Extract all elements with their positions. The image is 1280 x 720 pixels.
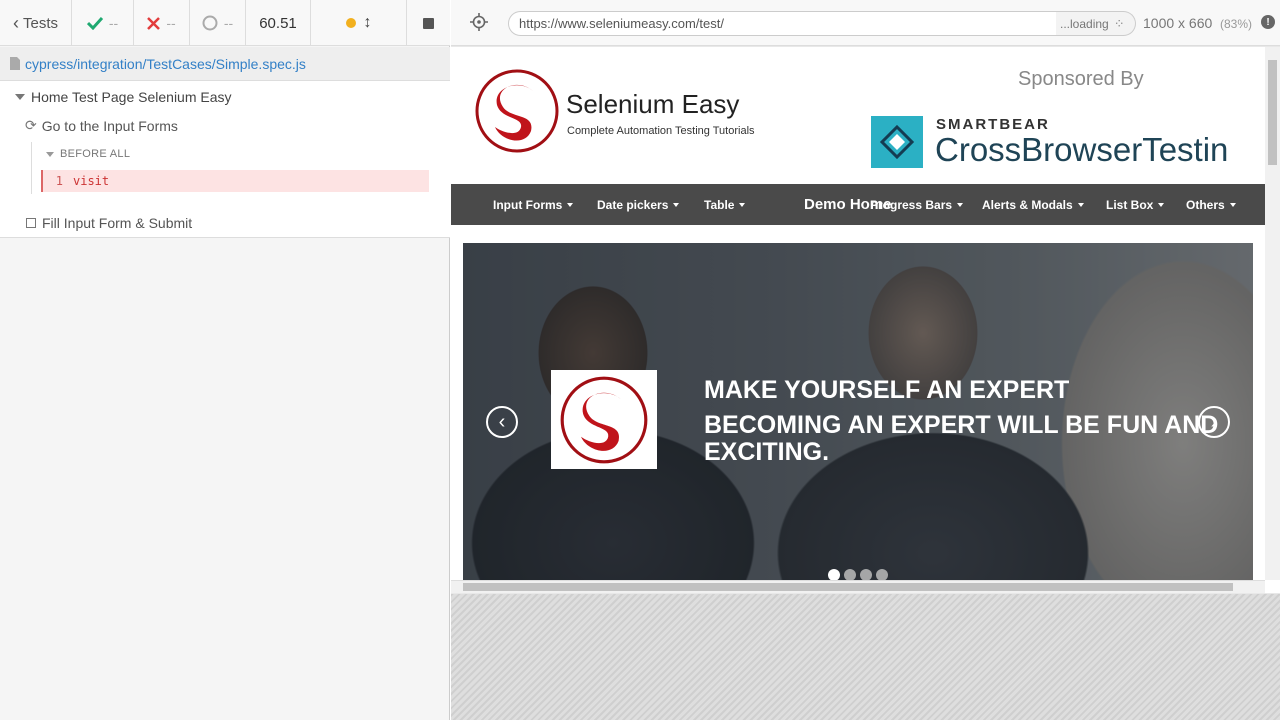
file-icon bbox=[10, 57, 20, 70]
caret-down-icon bbox=[1229, 202, 1236, 207]
reporter-panel: ‹ Tests -- -- -- 60.51 ↕ cypress/integra… bbox=[0, 0, 450, 720]
vertical-scrollbar[interactable] bbox=[1265, 47, 1280, 580]
nav-table[interactable]: Table bbox=[704, 184, 746, 225]
loading-text: ...loading bbox=[1060, 16, 1109, 31]
test-title: Go to the Input Forms bbox=[41, 117, 178, 134]
aut-panel: https://www.seleniumeasy.com/test/ ...lo… bbox=[451, 0, 1280, 720]
url-field[interactable]: https://www.seleniumeasy.com/test/ bbox=[508, 11, 1058, 36]
x-icon bbox=[147, 16, 161, 30]
caret-down-icon bbox=[1158, 202, 1165, 207]
brand-title: Selenium Easy bbox=[566, 89, 740, 119]
info-icon[interactable]: ! bbox=[1261, 15, 1275, 29]
circle-icon bbox=[202, 15, 218, 31]
check-icon bbox=[86, 16, 103, 30]
scroll-toggle-icon[interactable]: ↕ bbox=[364, 14, 372, 32]
caret-down-icon bbox=[1077, 202, 1084, 207]
command-row[interactable]: 1 visit bbox=[41, 170, 429, 192]
site-navbar: Input Forms Date pickers Table Demo Home… bbox=[451, 184, 1265, 225]
nav-progress-bars[interactable]: Progress Bars bbox=[870, 184, 964, 225]
suite-title: Home Test Page Selenium Easy bbox=[31, 89, 232, 105]
carousel-dot[interactable] bbox=[828, 569, 840, 580]
failed-count: -- bbox=[134, 0, 190, 46]
nav-list-box[interactable]: List Box bbox=[1106, 184, 1165, 225]
spinner-icon: ⁘ bbox=[1113, 15, 1125, 31]
chevron-left-icon: ‹ bbox=[12, 12, 19, 33]
stop-button[interactable] bbox=[407, 0, 450, 46]
unused-area bbox=[451, 594, 1280, 720]
duration: 60.51 bbox=[246, 0, 311, 46]
carousel-indicators bbox=[828, 569, 888, 580]
nav-alerts-modals[interactable]: Alerts & Modals bbox=[982, 184, 1084, 225]
brand-tagline: Complete Automation Testing Tutorials bbox=[567, 125, 755, 137]
passed-count: -- bbox=[72, 0, 134, 46]
spec-path: cypress/integration/TestCases/Simple.spe… bbox=[25, 55, 306, 72]
viewport-size: 1000 x 660 bbox=[1143, 15, 1213, 31]
back-to-tests-button[interactable]: ‹ Tests bbox=[0, 0, 72, 46]
refresh-icon: ⟳ bbox=[25, 117, 37, 133]
spec-path-bar[interactable]: cypress/integration/TestCases/Simple.spe… bbox=[0, 47, 450, 81]
carousel-dot[interactable] bbox=[844, 569, 856, 580]
caret-down-icon bbox=[673, 202, 680, 207]
site-logo[interactable] bbox=[473, 67, 561, 160]
hero-logo bbox=[551, 370, 657, 469]
horizontal-scrollbar[interactable] bbox=[451, 580, 1265, 593]
sponsor-mark-icon bbox=[879, 124, 915, 160]
caret-down-icon bbox=[739, 202, 746, 207]
scrollbar-thumb[interactable] bbox=[463, 583, 1233, 591]
sponsored-by: Sponsored By bbox=[1018, 68, 1144, 90]
nav-others[interactable]: Others bbox=[1186, 184, 1236, 225]
test-title: Fill Input Form & Submit bbox=[42, 215, 193, 231]
sponsor-name: CrossBrowserTestin bbox=[935, 131, 1229, 168]
suite-row[interactable]: Home Test Page Selenium Easy bbox=[15, 89, 232, 105]
test-row-pending[interactable]: Fill Input Form & Submit bbox=[26, 215, 192, 231]
hero-heading: MAKE YOURSELF AN EXPERT bbox=[704, 376, 1070, 404]
hook-header[interactable]: BEFORE ALL bbox=[46, 148, 130, 160]
carousel-prev-button[interactable]: ‹ bbox=[486, 406, 518, 438]
loading-indicator: ...loading ⁘ bbox=[1056, 11, 1136, 36]
reporter-toolbar: ‹ Tests -- -- -- 60.51 ↕ bbox=[0, 0, 450, 46]
test-row-running[interactable]: ⟳ Go to the Input Forms bbox=[25, 117, 178, 134]
carousel-dot[interactable] bbox=[876, 569, 888, 580]
caret-down-icon bbox=[567, 202, 574, 207]
command-name: visit bbox=[73, 174, 110, 188]
chevron-left-icon: ‹ bbox=[498, 411, 506, 433]
aut-header: https://www.seleniumeasy.com/test/ ...lo… bbox=[451, 0, 1280, 46]
hero-carousel: ‹ › MAKE YOURSELF AN EXPERT BECOMING AN … bbox=[463, 243, 1253, 580]
sponsor-logo[interactable] bbox=[871, 116, 923, 168]
hook-guide-line bbox=[31, 142, 32, 194]
carousel-dot[interactable] bbox=[860, 569, 872, 580]
passed-value: -- bbox=[108, 15, 119, 31]
hook-title: BEFORE ALL bbox=[60, 148, 131, 160]
failed-value: -- bbox=[166, 15, 176, 31]
scale-label: (83%) bbox=[1220, 17, 1253, 31]
caret-down-icon bbox=[46, 151, 54, 157]
nav-date-pickers[interactable]: Date pickers bbox=[597, 184, 680, 225]
stop-icon bbox=[423, 17, 434, 29]
caret-down-icon bbox=[957, 202, 964, 207]
command-number: 1 bbox=[55, 174, 63, 188]
pending-count: -- bbox=[190, 0, 246, 46]
caret-down-icon bbox=[15, 94, 25, 100]
hero-subheading: BECOMING AN EXPERT WILL BE FUN AND EXCIT… bbox=[704, 411, 1219, 466]
crosshair-icon[interactable] bbox=[470, 13, 488, 36]
running-indicator: ↕ bbox=[311, 0, 407, 46]
nav-input-forms[interactable]: Input Forms bbox=[493, 184, 574, 225]
url-text: https://www.seleniumeasy.com/test/ bbox=[519, 16, 724, 31]
scrollbar-thumb[interactable] bbox=[1268, 60, 1277, 165]
back-label: Tests bbox=[22, 14, 58, 32]
square-icon bbox=[26, 218, 36, 228]
pending-value: -- bbox=[223, 15, 234, 31]
aut-viewport: Selenium Easy Complete Automation Testin… bbox=[451, 47, 1280, 593]
status-dot-icon bbox=[345, 18, 356, 28]
